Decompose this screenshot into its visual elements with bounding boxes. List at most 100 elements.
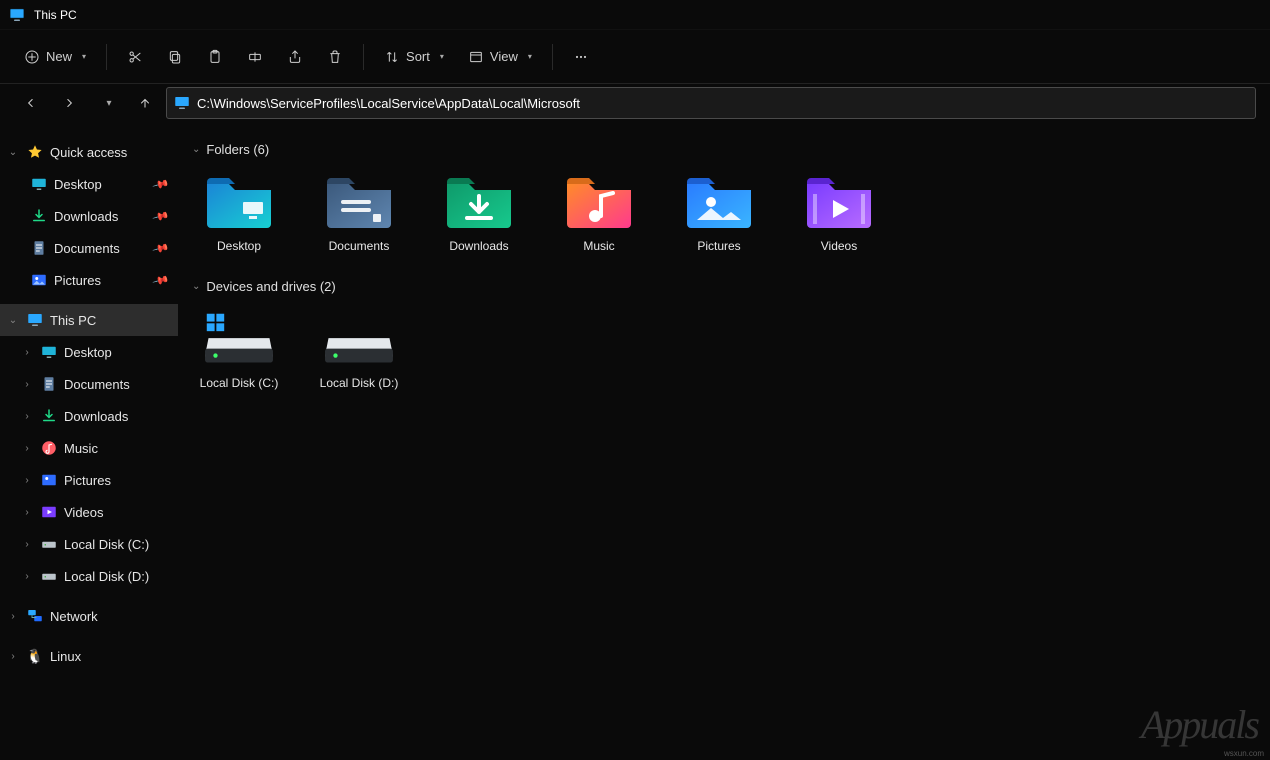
folder-item-documents[interactable]: Documents (314, 173, 404, 253)
folder-item-pictures[interactable]: Pictures (674, 173, 764, 253)
share-icon (287, 49, 303, 65)
music-folder-icon (563, 173, 635, 231)
nav-row: ▾ (0, 84, 1270, 128)
drives-grid: Local Disk (C:) Local Disk (D:) (190, 300, 1258, 410)
plus-circle-icon (24, 49, 40, 65)
copy-button[interactable] (157, 39, 193, 75)
documents-folder-icon (323, 173, 395, 231)
address-input[interactable] (197, 88, 1249, 118)
sidebar-item-drive-d[interactable]: › Local Disk (D:) (0, 560, 178, 592)
paste-button[interactable] (197, 39, 233, 75)
downloads-icon (40, 407, 58, 425)
sidebar-item-videos[interactable]: › Videos (0, 496, 178, 528)
sidebar-item-label: Desktop (54, 177, 148, 192)
folder-item-downloads[interactable]: Downloads (434, 173, 524, 253)
network-icon (26, 607, 44, 625)
sidebar-item-music[interactable]: › Music (0, 432, 178, 464)
this-pc-icon (173, 94, 191, 112)
back-button[interactable] (14, 87, 48, 119)
window-title: This PC (34, 8, 77, 22)
clipboard-icon (207, 49, 223, 65)
share-button[interactable] (277, 39, 313, 75)
sidebar-item-label: Local Disk (C:) (64, 537, 168, 552)
item-label: Pictures (697, 239, 740, 253)
item-label: Local Disk (D:) (320, 376, 399, 390)
chevron-down-icon: ▾ (440, 52, 444, 61)
item-label: Documents (329, 239, 390, 253)
sidebar-item-quick-access[interactable]: ⌄ Quick access (0, 136, 178, 168)
sidebar-item-label: Downloads (64, 409, 168, 424)
downloads-folder-icon (443, 173, 515, 231)
this-pc-icon (26, 311, 44, 329)
pictures-folder-icon (683, 173, 755, 231)
address-bar[interactable] (166, 87, 1256, 119)
sidebar-item-this-pc[interactable]: ⌄ This PC (0, 304, 178, 336)
arrow-right-icon (62, 96, 76, 110)
chevron-right-icon: › (20, 475, 34, 486)
chevron-right-icon: › (20, 539, 34, 550)
folder-item-desktop[interactable]: Desktop (194, 173, 284, 253)
item-label: Music (583, 239, 614, 253)
chevron-down-icon: ▾ (82, 52, 86, 61)
sidebar-item-drive-c[interactable]: › Local Disk (C:) (0, 528, 178, 560)
drive-item-d[interactable]: Local Disk (D:) (314, 310, 404, 390)
drive-item-c[interactable]: Local Disk (C:) (194, 310, 284, 390)
view-icon (468, 49, 484, 65)
folder-item-videos[interactable]: Videos (794, 173, 884, 253)
sidebar-item-label: Pictures (64, 473, 168, 488)
drive-d-icon (323, 310, 395, 368)
sidebar-item-documents-pc[interactable]: › Documents (0, 368, 178, 400)
chevron-right-icon: › (20, 347, 34, 358)
chevron-down-icon: ⌄ (192, 144, 200, 155)
item-label: Downloads (449, 239, 508, 253)
sort-label: Sort (406, 49, 430, 64)
toolbar-separator (106, 44, 107, 70)
sidebar-item-label: Network (50, 609, 168, 624)
view-button[interactable]: View ▾ (458, 39, 542, 75)
chevron-right-icon: › (20, 507, 34, 518)
sidebar-item-label: This PC (50, 313, 168, 328)
up-button[interactable] (128, 87, 162, 119)
folders-header[interactable]: ⌄ Folders (6) (190, 136, 1258, 163)
delete-button[interactable] (317, 39, 353, 75)
forward-button[interactable] (52, 87, 86, 119)
sidebar-item-desktop-pc[interactable]: › Desktop (0, 336, 178, 368)
sidebar-item-downloads-pc[interactable]: › Downloads (0, 400, 178, 432)
downloads-icon (30, 207, 48, 225)
folders-header-label: Folders (6) (206, 142, 269, 157)
sort-icon (384, 49, 400, 65)
chevron-right-icon: › (20, 571, 34, 582)
folder-item-music[interactable]: Music (554, 173, 644, 253)
new-button[interactable]: New ▾ (14, 39, 96, 75)
chevron-right-icon: › (6, 611, 20, 622)
arrow-up-icon (138, 96, 152, 110)
drive-icon (40, 567, 58, 585)
sidebar-item-network[interactable]: › Network (0, 600, 178, 632)
recent-button[interactable]: ▾ (90, 87, 124, 119)
documents-icon (40, 375, 58, 393)
scissors-icon (127, 49, 143, 65)
sidebar-item-desktop[interactable]: Desktop 📌 (0, 168, 178, 200)
sidebar-item-pictures-pc[interactable]: › Pictures (0, 464, 178, 496)
sidebar-item-downloads[interactable]: Downloads 📌 (0, 200, 178, 232)
this-pc-icon (8, 6, 26, 24)
more-button[interactable] (563, 39, 599, 75)
pictures-icon (40, 471, 58, 489)
sidebar-item-label: Videos (64, 505, 168, 520)
arrow-left-icon (24, 96, 38, 110)
sort-button[interactable]: Sort ▾ (374, 39, 454, 75)
sidebar-item-documents[interactable]: Documents 📌 (0, 232, 178, 264)
cut-button[interactable] (117, 39, 153, 75)
sidebar-item-label: Pictures (54, 273, 148, 288)
drive-icon (40, 535, 58, 553)
item-label: Desktop (217, 239, 261, 253)
pictures-icon (30, 271, 48, 289)
folders-grid: Desktop Documents Downloads (190, 163, 1258, 273)
sidebar-item-pictures[interactable]: Pictures 📌 (0, 264, 178, 296)
item-label: Local Disk (C:) (200, 376, 279, 390)
rename-button[interactable] (237, 39, 273, 75)
chevron-down-icon: ▾ (528, 52, 532, 61)
drives-header[interactable]: ⌄ Devices and drives (2) (190, 273, 1258, 300)
sidebar-item-linux[interactable]: › 🐧 Linux (0, 640, 178, 672)
videos-folder-icon (803, 173, 875, 231)
